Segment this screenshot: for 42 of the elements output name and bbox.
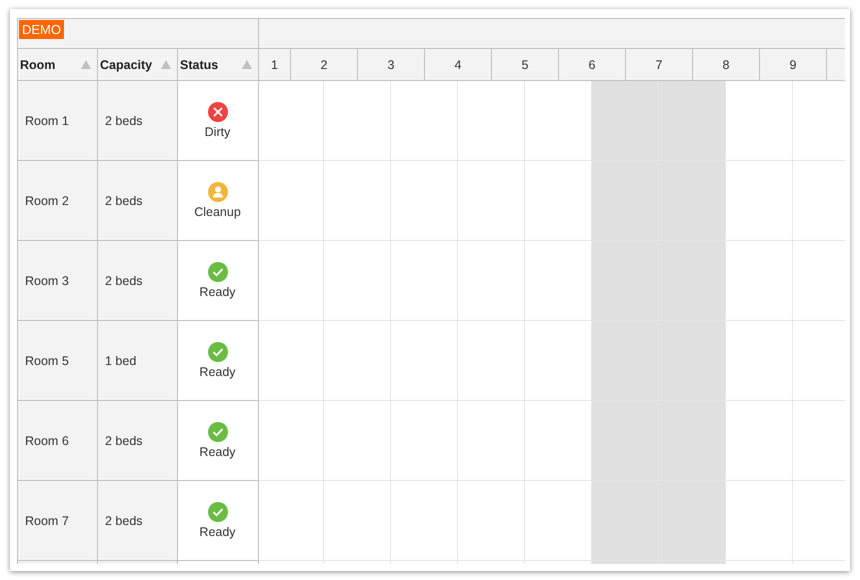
column-header[interactable]: Capacity xyxy=(98,49,178,80)
status-text: Cleanup xyxy=(194,205,241,219)
capacity-cell: 2 beds xyxy=(98,401,178,480)
status-text: Ready xyxy=(199,445,236,459)
room-cell: Room 7 xyxy=(18,481,98,560)
status-text: Ready xyxy=(199,285,236,299)
demo-badge: DEMO xyxy=(19,20,64,39)
column-header[interactable]: Room xyxy=(18,49,98,80)
capacity-cell: 1 bed xyxy=(98,321,178,400)
day-header: 9 xyxy=(760,49,827,80)
timeline-column[interactable] xyxy=(592,81,659,564)
column-header[interactable]: Status xyxy=(178,49,258,80)
timeline-column[interactable] xyxy=(259,81,324,564)
day-header: 1 xyxy=(259,49,291,80)
room-cell: Room 3 xyxy=(18,241,98,320)
sort-icon[interactable] xyxy=(81,60,91,69)
day-header: 4 xyxy=(425,49,492,80)
capacity-cell: 2 beds xyxy=(98,241,178,320)
day-header: 6 xyxy=(559,49,626,80)
timeline-column[interactable] xyxy=(525,81,592,564)
room-cell: Room 5 xyxy=(18,321,98,400)
room-cell: Room 6 xyxy=(18,401,98,480)
timeline-column[interactable] xyxy=(391,81,458,564)
timeline-column[interactable] xyxy=(659,81,726,564)
day-header: 2 xyxy=(291,49,358,80)
timeline-column[interactable] xyxy=(458,81,525,564)
timeline-column[interactable] xyxy=(726,81,793,564)
day-header: 3 xyxy=(358,49,425,80)
capacity-cell: 2 beds xyxy=(98,81,178,160)
timeline-column[interactable] xyxy=(324,81,391,564)
day-header: 5 xyxy=(492,49,559,80)
status-text: Ready xyxy=(199,525,236,539)
day-header: 8 xyxy=(693,49,760,80)
day-header: 7 xyxy=(626,49,693,80)
sort-icon[interactable] xyxy=(161,60,171,69)
capacity-cell: 2 beds xyxy=(98,481,178,560)
room-cell: Room 1 xyxy=(18,81,98,160)
status-text: Dirty xyxy=(204,125,230,139)
room-cell: Room 2 xyxy=(18,161,98,240)
sort-icon[interactable] xyxy=(242,60,252,69)
capacity-cell: 2 beds xyxy=(98,161,178,240)
status-text: Ready xyxy=(199,365,236,379)
